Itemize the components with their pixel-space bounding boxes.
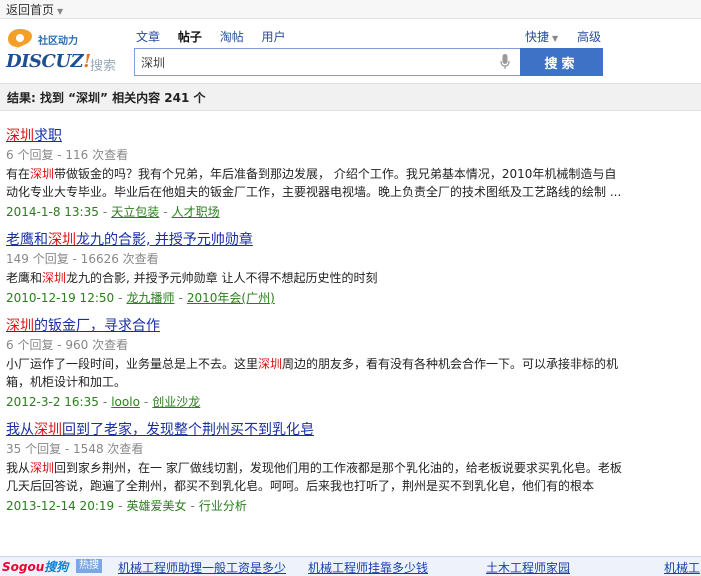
result-summary-bar: 结果: 找到 “深圳” 相关内容 241 个 xyxy=(0,83,701,111)
result-snippet: 小厂运作了一段时间，业务量总是上不去。这里深圳周边的朋友多，看有没有各种机会合作… xyxy=(6,357,619,389)
logo-community-text: 社区动力 xyxy=(38,36,78,47)
hot-search-link[interactable]: 土木工程师家园 xyxy=(486,559,570,576)
result-meta: 2014-1-8 13:35- 天立包装 - 人才职场 xyxy=(6,205,220,219)
result-summary: 结果: 找到 “深圳” 相关内容 241 个 xyxy=(7,91,206,105)
result-forum-link[interactable]: 创业沙龙 xyxy=(152,395,200,409)
result-meta: 2013-12-14 20:19- 英雄爱美女 - 行业分析 xyxy=(6,499,247,513)
result-meta: 2010-12-19 12:50- 龙九播师 -2010年会(广州) xyxy=(6,291,275,305)
result-meta: 2012-3-2 16:35- loolo - 创业沙龙 xyxy=(6,395,201,409)
result-stats: 149 个回复 - 16626 次查看 xyxy=(6,252,159,266)
search-box xyxy=(134,48,521,76)
result-title-link[interactable]: 深圳的钣金厂，寻求合作 xyxy=(6,317,626,335)
result-forum-link[interactable]: 人才职场 xyxy=(172,205,220,219)
result-author-link[interactable]: 龙九播师 xyxy=(126,291,174,305)
tab-collections[interactable]: 淘帖 xyxy=(220,30,244,44)
result-title-link[interactable]: 我从深圳回到了老家，发现整个荆州买不到乳化皂 xyxy=(6,421,626,439)
chevron-down-icon: ▼ xyxy=(57,7,64,16)
hot-search-link[interactable]: 机械工 xyxy=(664,559,700,576)
microphone-icon[interactable] xyxy=(500,54,510,70)
result-date: 2013-12-14 20:19 xyxy=(6,499,115,513)
hot-search-link[interactable]: 机械工程师助理一般工资是多少 xyxy=(118,559,286,576)
sogou-hot-search-bar: Sogou搜狗 热搜 机械工程师助理一般工资是多少 机械工程师挂靠多少钱 土木工… xyxy=(0,556,701,576)
logo-badge-icon xyxy=(8,29,32,49)
result-snippet: 我从深圳回到家乡荆州，在一 家厂做线切割，发现他们用的工作液都是那个乳化油的，给… xyxy=(6,461,622,493)
result-date: 2012-3-2 16:35 xyxy=(6,395,99,409)
search-header: 社区动力 DISCUZ! 搜索 文章 帖子 淘帖 用户 快捷▼ 高级 搜索 xyxy=(0,19,701,79)
result-item: 老鹰和深圳龙九的合影, 并授予元帅勋章 149 个回复 - 16626 次查看 … xyxy=(6,231,626,307)
result-author: 英雄爱美女 xyxy=(126,499,187,513)
advanced-search-link[interactable]: 高级 xyxy=(577,28,601,45)
results-list: 深圳求职 6 个回复 - 116 次查看 有在深圳带做钣金的吗？我有个兄弟，年后… xyxy=(6,127,626,525)
result-stats: 6 个回复 - 116 次查看 xyxy=(6,148,129,162)
result-item: 我从深圳回到了老家，发现整个荆州买不到乳化皂 35 个回复 - 1548 次查看… xyxy=(6,421,626,515)
result-forum: 行业分析 xyxy=(198,499,247,513)
top-bar: 返回首页 ▼ xyxy=(0,0,701,19)
hot-search-link[interactable]: 机械工程师挂靠多少钱 xyxy=(308,559,428,576)
result-date: 2014-1-8 13:35 xyxy=(6,205,99,219)
result-author-link[interactable]: 天立包装 xyxy=(111,205,159,219)
sogou-logo[interactable]: Sogou搜狗 xyxy=(2,558,68,575)
search-input[interactable] xyxy=(141,53,481,71)
back-to-home-label: 返回首页 xyxy=(6,3,55,17)
result-title-link[interactable]: 深圳求职 xyxy=(6,127,626,145)
result-snippet: 老鹰和深圳龙九的合影, 并授予元帅勋章 让人不得不想起历史性的时刻 xyxy=(6,271,378,285)
search-type-tabs: 文章 帖子 淘帖 用户 xyxy=(136,28,300,44)
result-item: 深圳的钣金厂，寻求合作 6 个回复 - 960 次查看 小厂运作了一段时间，业务… xyxy=(6,317,626,411)
quick-menu-label: 快捷 xyxy=(525,30,550,44)
chevron-down-icon: ▼ xyxy=(552,34,559,43)
search-button[interactable]: 搜索 xyxy=(520,48,603,76)
logo-brand-text: DISCUZ! xyxy=(6,51,91,72)
back-to-home-link[interactable]: 返回首页 ▼ xyxy=(6,1,63,18)
result-stats: 35 个回复 - 1548 次查看 xyxy=(6,442,144,456)
logo-search-word: 搜索 xyxy=(90,59,117,74)
result-title-link[interactable]: 老鹰和深圳龙九的合影, 并授予元帅勋章 xyxy=(6,231,626,249)
tab-articles[interactable]: 文章 xyxy=(136,30,160,44)
quick-menu[interactable]: 快捷 ▼ xyxy=(525,28,558,45)
result-snippet: 有在深圳带做钣金的吗？我有个兄弟，年后准备到那边发展， 介绍个工作。我兄弟基本情… xyxy=(6,167,622,199)
tab-users[interactable]: 用户 xyxy=(262,30,286,44)
result-date: 2010-12-19 12:50 xyxy=(6,291,115,305)
tab-posts[interactable]: 帖子 xyxy=(178,30,202,44)
result-forum-link[interactable]: 2010年会(广州) xyxy=(187,291,275,305)
result-author-link[interactable]: loolo xyxy=(111,395,140,409)
result-stats: 6 个回复 - 960 次查看 xyxy=(6,338,129,352)
result-item: 深圳求职 6 个回复 - 116 次查看 有在深圳带做钣金的吗？我有个兄弟，年后… xyxy=(6,127,626,221)
discuz-logo[interactable]: 社区动力 DISCUZ! 搜索 xyxy=(6,27,121,75)
hot-search-badge: 热搜 xyxy=(76,559,102,573)
